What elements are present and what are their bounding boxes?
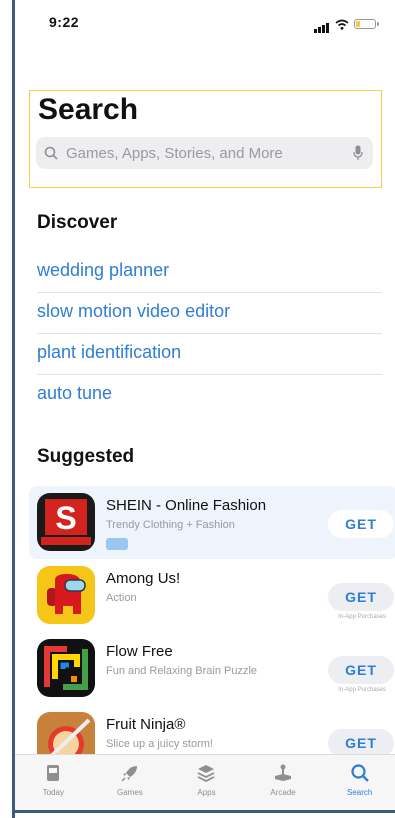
discover-list: wedding planner slow motion video editor… [37, 252, 382, 416]
search-header: Search [29, 90, 382, 188]
tab-label: Arcade [270, 788, 296, 797]
discover-item[interactable]: wedding planner [37, 252, 382, 293]
app-subtitle: Action [106, 592, 137, 604]
app-name: Among Us! [106, 570, 181, 587]
device-frame-bottom [12, 810, 395, 813]
app-row-among-us[interactable]: Among Us! Action GET In-App Purchases [29, 559, 395, 632]
app-name: Fruit Ninja® [106, 716, 186, 733]
page-title: Search [38, 93, 139, 126]
search-input[interactable] [64, 143, 353, 163]
shein-icon: S [37, 493, 95, 551]
discover-title: Discover [37, 212, 118, 233]
get-button[interactable]: GET [328, 656, 394, 684]
among-us-icon [37, 566, 95, 624]
flow-free-icon [37, 639, 95, 697]
discover-item[interactable]: plant identification [37, 334, 382, 375]
tab-search[interactable]: Search [321, 755, 395, 811]
app-badge [106, 538, 128, 550]
in-app-purchases-label: In-App Purchases [338, 687, 386, 693]
status-time: 9:22 [49, 14, 80, 30]
in-app-purchases-label: In-App Purchases [338, 614, 386, 620]
get-button[interactable]: GET [328, 583, 394, 611]
discover-item[interactable]: auto tune [37, 375, 382, 416]
get-button[interactable]: GET [328, 729, 394, 757]
tab-label: Search [346, 788, 373, 797]
signal-icon [314, 15, 330, 33]
status-icons [314, 15, 379, 33]
tab-arcade[interactable]: Arcade [245, 755, 322, 811]
tab-bar: Today Games Apps Arcade Search [15, 754, 395, 811]
tab-label: Games [116, 788, 143, 797]
layers-icon [198, 765, 215, 783]
battery-icon [354, 19, 379, 29]
app-subtitle: Slice up a juicy storm! [106, 738, 213, 750]
joystick-icon [275, 764, 292, 781]
suggested-list: S SHEIN - Online Fashion Trendy Clothing… [29, 486, 395, 778]
rocket-icon [121, 766, 137, 782]
tab-apps[interactable]: Apps [168, 755, 245, 811]
app-name: SHEIN - Online Fashion [106, 497, 267, 514]
search-icon [351, 764, 369, 782]
search-bar[interactable] [36, 137, 373, 169]
tab-label: Apps [197, 788, 216, 797]
microphone-icon[interactable] [353, 145, 363, 161]
status-bar: 9:22 [15, 0, 395, 44]
wifi-icon [335, 19, 349, 30]
app-row-shein[interactable]: S SHEIN - Online Fashion Trendy Clothing… [29, 486, 395, 559]
discover-item[interactable]: slow motion video editor [37, 293, 382, 334]
tab-label: Today [42, 788, 64, 797]
svg-text:S: S [55, 500, 76, 536]
tab-today[interactable]: Today [15, 755, 92, 811]
device-frame: 9:22 Search Games, Apps, Stories, and Mo… [12, 0, 395, 818]
search-icon [44, 146, 58, 160]
tab-games[interactable]: Games [92, 755, 169, 811]
today-icon [47, 765, 60, 781]
app-subtitle: Trendy Clothing + Fashion [106, 519, 235, 531]
app-name: Flow Free [106, 643, 173, 660]
app-subtitle: Fun and Relaxing Brain Puzzle [106, 665, 258, 677]
get-button[interactable]: GET [328, 510, 394, 538]
app-row-flow-free[interactable]: Flow Free Fun and Relaxing Brain Puzzle … [29, 632, 395, 705]
suggested-title: Suggested [37, 446, 135, 467]
battery-level [356, 21, 360, 27]
